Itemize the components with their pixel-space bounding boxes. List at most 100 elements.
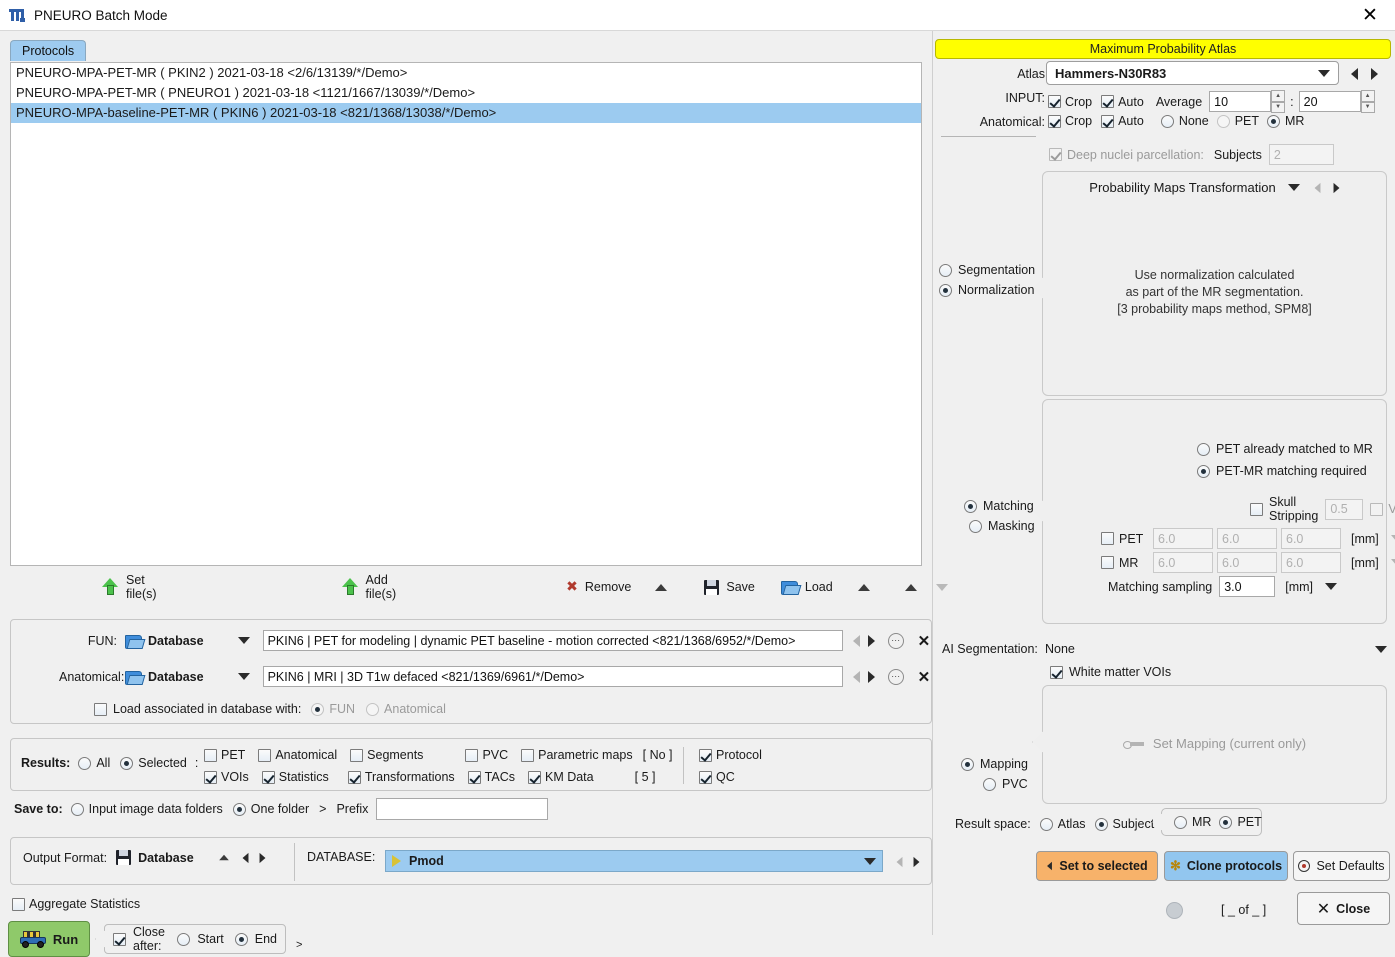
- output-format-up-icon[interactable]: [218, 854, 229, 861]
- prefix-input[interactable]: [376, 798, 549, 820]
- save-to-one-folder-radio[interactable]: [232, 802, 246, 816]
- output-format-prev-icon[interactable]: [242, 852, 249, 863]
- assoc-anatomical-radio[interactable]: [366, 702, 380, 716]
- database-prev-icon[interactable]: [896, 856, 903, 868]
- anatomical-next-icon[interactable]: [867, 670, 875, 683]
- anatomical-clear-icon[interactable]: ✕: [918, 668, 931, 686]
- close-after-checkbox[interactable]: [113, 932, 126, 946]
- anatomical-source-dropdown-icon[interactable]: [237, 673, 250, 680]
- mr-smoothing-y[interactable]: [1217, 552, 1277, 573]
- result-segments[interactable]: Segments: [350, 748, 423, 762]
- pet-already-matched-option[interactable]: PET already matched to MR: [1197, 442, 1373, 456]
- input-crop-checkbox[interactable]: [1048, 95, 1061, 108]
- white-matter-vois[interactable]: White matter VOIs: [1050, 665, 1171, 679]
- result-pvc-checkbox[interactable]: [465, 748, 479, 762]
- segmentation-radio[interactable]: [939, 263, 952, 277]
- skull-view-checkbox[interactable]: [1370, 502, 1384, 516]
- fun-clear-icon[interactable]: ✕: [918, 632, 931, 650]
- save-to-input-folders-radio[interactable]: [70, 802, 84, 816]
- result-km-data-checkbox[interactable]: [527, 770, 541, 784]
- average-from-spinner[interactable]: ▲ ▼: [1271, 90, 1286, 113]
- masking-radio[interactable]: [969, 519, 982, 533]
- normalization-radio[interactable]: [939, 283, 952, 297]
- mr-smoothing-dropdown-icon[interactable]: [1390, 559, 1395, 566]
- results-all-radio[interactable]: [78, 756, 92, 770]
- subjects-input[interactable]: [1268, 144, 1334, 165]
- close-button[interactable]: ✕ Close: [1297, 892, 1390, 925]
- result-statistics-checkbox[interactable]: [261, 770, 275, 784]
- mapping-radio[interactable]: [961, 757, 974, 771]
- anat-none-radio[interactable]: [1160, 114, 1174, 128]
- atlas-prev-icon[interactable]: [1351, 68, 1358, 80]
- matching-sampling-input[interactable]: [1219, 576, 1276, 597]
- result-qc[interactable]: QC: [699, 770, 735, 784]
- set-defaults-button[interactable]: Set Defaults: [1293, 851, 1390, 881]
- result-pet-checkbox[interactable]: [204, 748, 217, 762]
- result-space-subject-radio[interactable]: [1094, 817, 1108, 831]
- close-after-start-radio[interactable]: [177, 932, 191, 946]
- save-button[interactable]: Save: [704, 579, 755, 595]
- result-space-atlas-radio[interactable]: [1039, 817, 1053, 831]
- pet-smoothing-dropdown-icon[interactable]: [1390, 535, 1395, 542]
- skull-stripping-checkbox[interactable]: [1250, 502, 1263, 516]
- masking-option[interactable]: Masking: [969, 519, 1035, 533]
- result-tacs[interactable]: TACs: [467, 770, 515, 784]
- result-tacs-checkbox[interactable]: [467, 770, 481, 784]
- result-protocol[interactable]: Protocol: [699, 748, 762, 762]
- load-associated-checkbox[interactable]: [94, 702, 107, 716]
- segmentation-option[interactable]: Segmentation: [939, 263, 1035, 277]
- close-after-end-radio[interactable]: [234, 932, 248, 946]
- remove-menu-up-icon[interactable]: [655, 583, 668, 591]
- mr-smoothing-checkbox[interactable]: [1101, 556, 1114, 569]
- anatomical-prev-icon[interactable]: [852, 670, 860, 683]
- clone-protocols-button[interactable]: ✻ Clone protocols: [1164, 851, 1288, 881]
- average-to-spinner[interactable]: ▲ ▼: [1360, 90, 1375, 113]
- atlas-dropdown-icon[interactable]: [1318, 69, 1330, 77]
- result-space-pet-radio[interactable]: [1219, 815, 1233, 829]
- mr-smoothing-x[interactable]: [1153, 552, 1213, 573]
- result-segments-checkbox[interactable]: [350, 748, 364, 762]
- pet-mr-matching-radio[interactable]: [1197, 464, 1210, 478]
- aggregate-statistics[interactable]: Aggregate Statistics: [12, 897, 140, 911]
- window-close-icon[interactable]: ✕: [1351, 1, 1389, 29]
- result-anatomical-checkbox[interactable]: [258, 748, 272, 762]
- anat-pet-radio[interactable]: [1216, 114, 1230, 128]
- ai-segmentation-combo[interactable]: None: [1045, 639, 1387, 659]
- probability-maps-next-icon[interactable]: [1333, 182, 1340, 193]
- skull-stripping-input[interactable]: [1325, 498, 1364, 520]
- anatomical-path-input[interactable]: [262, 666, 843, 687]
- output-format-next-icon[interactable]: [259, 852, 266, 863]
- average-from-input[interactable]: [1209, 91, 1272, 112]
- fun-prev-icon[interactable]: [852, 634, 860, 647]
- result-vois[interactable]: VOIs: [204, 770, 249, 784]
- database-dropdown-icon[interactable]: [864, 857, 876, 865]
- normalization-option[interactable]: Normalization: [939, 283, 1035, 297]
- white-matter-vois-checkbox[interactable]: [1050, 665, 1063, 679]
- tab-protocols[interactable]: Protocols: [10, 40, 87, 61]
- load-menu-up-icon[interactable]: [857, 583, 870, 591]
- pvc-option[interactable]: PVC: [983, 777, 1028, 791]
- matching-radio[interactable]: [964, 499, 977, 513]
- result-anatomical[interactable]: Anatomical: [258, 748, 337, 762]
- list-item[interactable]: PNEURO-MPA-PET-MR ( PKIN2 ) 2021-03-18 <…: [11, 63, 921, 83]
- move-up-icon[interactable]: [904, 583, 917, 591]
- fun-more-options-icon[interactable]: ⋯: [887, 632, 904, 649]
- result-pet[interactable]: PET: [204, 748, 245, 762]
- probability-maps-dropdown-icon[interactable]: [1287, 184, 1300, 191]
- results-selected-radio[interactable]: [120, 756, 134, 770]
- assoc-fun-radio[interactable]: [311, 702, 325, 716]
- pet-smoothing-y[interactable]: [1217, 528, 1277, 549]
- set-mapping-button[interactable]: Set Mapping (current only): [1043, 736, 1386, 751]
- remove-button[interactable]: ✖ Remove: [566, 579, 631, 595]
- anatomical-more-options-icon[interactable]: ⋯: [887, 668, 904, 685]
- set-files-button[interactable]: Set file(s): [102, 573, 157, 601]
- result-parametric-maps-checkbox[interactable]: [521, 748, 535, 762]
- ai-segmentation-dropdown-icon[interactable]: [1375, 645, 1387, 653]
- average-to-input[interactable]: [1298, 91, 1361, 112]
- result-protocol-checkbox[interactable]: [699, 748, 712, 762]
- anat-auto-checkbox[interactable]: [1101, 114, 1115, 128]
- pet-smoothing-checkbox[interactable]: [1101, 532, 1114, 545]
- database-combo[interactable]: Pmod: [385, 850, 883, 872]
- protocol-list[interactable]: PNEURO-MPA-PET-MR ( PKIN2 ) 2021-03-18 <…: [10, 62, 922, 566]
- add-files-button[interactable]: Add file(s): [341, 573, 396, 601]
